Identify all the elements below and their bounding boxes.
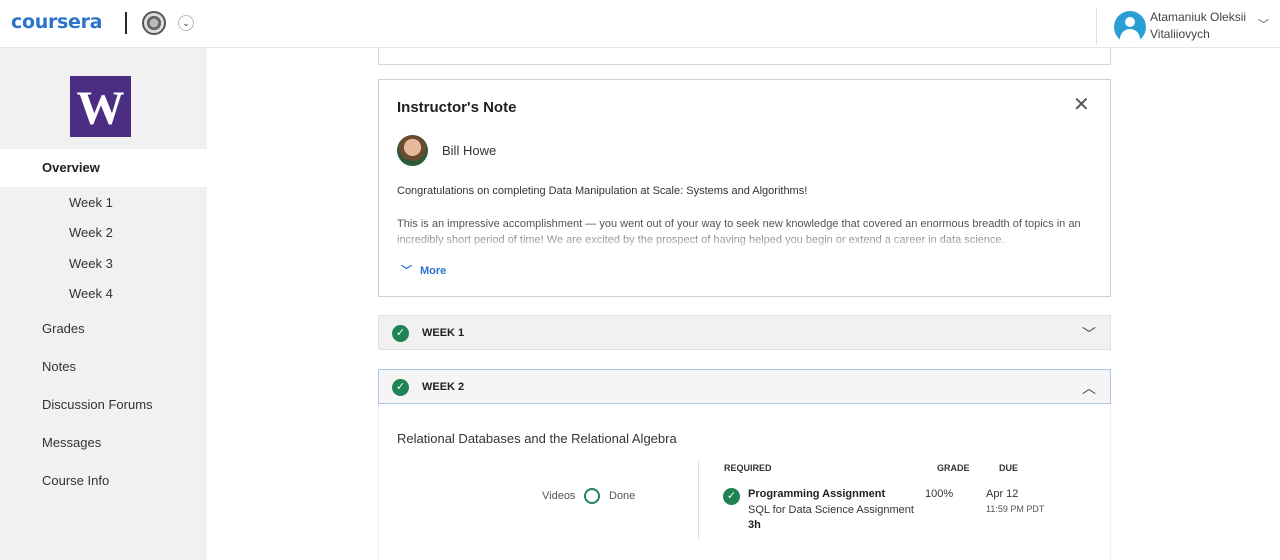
column-divider (698, 461, 699, 539)
sidebar-item-week-2[interactable]: Week 2 (69, 225, 113, 240)
done-status-icon (584, 488, 600, 504)
week-2-content: Relational Databases and the Relational … (378, 404, 1111, 560)
sidebar-item-week-3[interactable]: Week 3 (69, 256, 113, 271)
chevron-down-icon: ﹀ (1082, 326, 1096, 342)
text-fade (397, 230, 1097, 250)
assignment-subtitle[interactable]: SQL for Data Science Assignment (748, 504, 914, 516)
week-1-accordion[interactable]: ✓ WEEK 1 ﹀ (378, 315, 1111, 350)
module-title[interactable]: Relational Databases and the Relational … (397, 431, 677, 446)
user-name-line2: Vitaliiovych (1150, 27, 1210, 41)
week-1-label: WEEK 1 (422, 327, 465, 339)
chevron-down-icon: ﹀ (401, 265, 412, 277)
assignment-due-time: 11:59 PM PDT (986, 504, 1045, 514)
more-button[interactable]: ﹀ More (401, 262, 446, 278)
assignment-duration: 3h (748, 519, 761, 531)
course-sidebar: W Overview Week 1 Week 2 Week 3 Week 4 G… (0, 48, 207, 560)
check-circle-icon: ✓ (723, 488, 740, 505)
header-grade: GRADE (937, 463, 970, 473)
assignment-due-date: Apr 12 (986, 488, 1019, 500)
more-label: More (420, 265, 447, 277)
videos-label: Videos (542, 490, 576, 502)
user-avatar-icon[interactable] (1114, 11, 1146, 43)
chevron-down-icon[interactable]: ⌄ (178, 15, 194, 31)
header-divider (1096, 8, 1097, 44)
sidebar-item-overview[interactable]: Overview (0, 149, 207, 187)
chevron-up-icon: ︿ (1082, 380, 1096, 396)
sidebar-item-course-info[interactable]: Course Info (42, 473, 109, 488)
close-icon[interactable]: ✕ (1073, 95, 1090, 115)
header-required: REQUIRED (724, 463, 772, 473)
week-2-label: WEEK 2 (422, 381, 465, 393)
done-label: Done (609, 490, 636, 502)
user-name-line1: Atamaniuk Oleksii (1150, 10, 1247, 24)
logo-divider (125, 12, 127, 34)
assignment-grade: 100% (925, 488, 954, 500)
instructor-note-card: Instructor's Note ✕ Bill Howe Congratula… (378, 79, 1111, 297)
coursera-logo[interactable]: coursera (11, 11, 103, 33)
university-logo[interactable]: W (70, 76, 131, 137)
sidebar-item-notes[interactable]: Notes (42, 359, 76, 374)
previous-card-edge (378, 48, 1111, 65)
user-menu-chevron-icon[interactable]: ﹀ (1258, 16, 1269, 32)
instructor-note-title: Instructor's Note (397, 99, 517, 116)
sidebar-item-week-1[interactable]: Week 1 (69, 195, 113, 210)
instructor-name: Bill Howe (442, 143, 497, 158)
check-circle-icon: ✓ (392, 379, 409, 396)
sidebar-item-discussion-forums[interactable]: Discussion Forums (42, 397, 153, 412)
sidebar-item-grades[interactable]: Grades (42, 321, 85, 336)
sidebar-item-messages[interactable]: Messages (42, 435, 101, 450)
note-paragraph-1: Congratulations on completing Data Manip… (397, 185, 808, 197)
instructor-avatar (397, 135, 428, 166)
header-due: DUE (999, 463, 1019, 473)
assignment-title-link[interactable]: Programming Assignment (748, 488, 885, 500)
week-2-accordion[interactable]: ✓ WEEK 2 ︿ (378, 369, 1111, 404)
check-circle-icon: ✓ (392, 325, 409, 342)
user-name[interactable]: Atamaniuk Oleksii Vitaliiovych (1150, 9, 1260, 43)
top-header: coursera ⌄ Atamaniuk Oleksii Vitaliiovyc… (0, 0, 1280, 48)
university-seal-icon[interactable] (142, 11, 166, 35)
sidebar-item-week-4[interactable]: Week 4 (69, 286, 113, 301)
